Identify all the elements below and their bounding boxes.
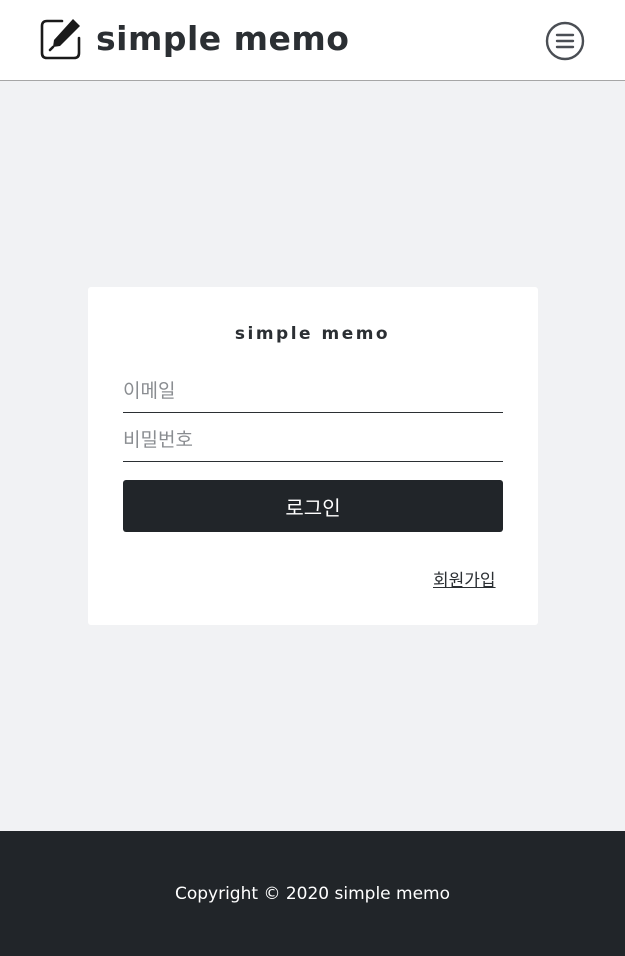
page: simple memo simple memo 로그인 회원가입 Copyrig…	[0, 0, 625, 956]
signup-link[interactable]: 회원가입	[433, 566, 496, 591]
copyright-text: Copyright © 2020 simple memo	[174, 884, 451, 904]
brand-title: simple memo	[96, 19, 350, 58]
menu-button[interactable]	[545, 21, 585, 61]
brand-link[interactable]: simple memo	[38, 16, 349, 62]
edit-note-icon	[38, 16, 84, 62]
password-input[interactable]	[123, 418, 503, 462]
login-button[interactable]: 로그인	[123, 480, 503, 532]
top-header: simple memo	[0, 0, 625, 81]
hamburger-menu-icon	[545, 21, 585, 61]
login-title: simple memo	[234, 324, 391, 344]
email-input[interactable]	[123, 369, 503, 413]
